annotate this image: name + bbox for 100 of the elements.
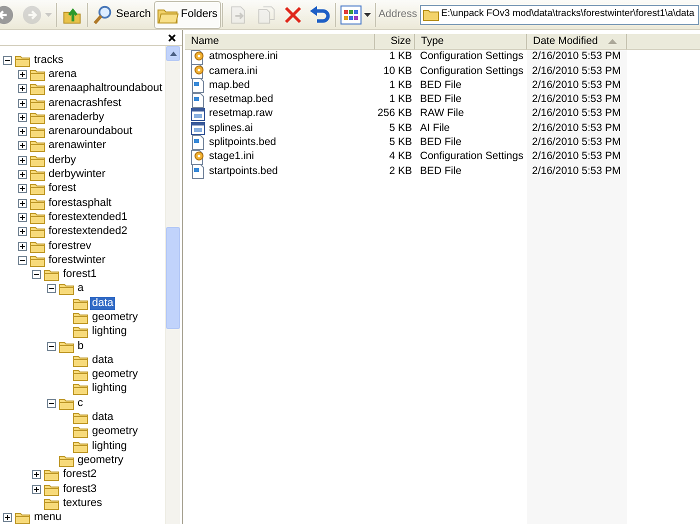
tree-item[interactable]: geometry — [90, 368, 140, 382]
tree-item[interactable]: data — [90, 296, 116, 310]
folder-icon — [73, 296, 88, 310]
expand-icon[interactable] — [18, 84, 26, 94]
delete-icon — [282, 4, 303, 24]
file-name[interactable]: splines.ai — [209, 120, 253, 137]
tree-item[interactable]: forest1 — [61, 268, 99, 282]
folder-icon — [30, 182, 44, 196]
collapse-icon[interactable] — [3, 56, 12, 65]
column-header[interactable]: Type — [415, 34, 527, 50]
expand-icon[interactable] — [18, 198, 26, 208]
table-cell-text: 256 KB — [378, 106, 412, 122]
table-cell-text: 2/16/2010 5:53 PM — [532, 120, 621, 136]
tree-item[interactable]: geometry — [90, 310, 140, 324]
tree-item[interactable]: forestasphalt — [46, 196, 114, 210]
table-cell-text: BED File — [420, 78, 462, 93]
expand-icon[interactable] — [18, 184, 26, 194]
expand-icon[interactable] — [18, 227, 26, 236]
collapse-icon[interactable] — [18, 256, 26, 265]
tree-item[interactable]: b — [76, 340, 86, 353]
column-header[interactable]: Size — [375, 34, 415, 50]
search-button[interactable]: Search — [89, 0, 154, 28]
tree-item[interactable]: forest3 — [61, 482, 99, 496]
sort-arrow-icon — [608, 39, 617, 44]
expand-icon[interactable] — [18, 70, 26, 79]
tree-item[interactable]: tracks — [32, 54, 66, 67]
scroll-up-icon[interactable] — [170, 51, 176, 56]
collapse-icon[interactable] — [32, 270, 41, 280]
expand-icon[interactable] — [18, 156, 26, 165]
expand-icon[interactable] — [18, 242, 26, 250]
column-header[interactable]: Date Modified — [527, 34, 627, 50]
tree-item[interactable]: arenacrashfest — [46, 96, 124, 110]
tree-item[interactable]: data — [90, 354, 116, 367]
file-name[interactable]: splitpoints.bed — [209, 135, 276, 151]
tree-item[interactable]: forestwinter — [46, 254, 108, 267]
expand-icon[interactable] — [18, 98, 26, 108]
column-header[interactable]: Name — [185, 34, 375, 50]
table-cell-text: BED File — [420, 92, 462, 108]
folder-icon — [15, 54, 30, 67]
folder-icon — [73, 354, 88, 367]
expand-icon[interactable] — [18, 141, 26, 150]
expand-icon[interactable] — [18, 127, 26, 136]
expand-icon[interactable] — [18, 170, 26, 180]
collapse-icon[interactable] — [46, 284, 56, 294]
tree-item[interactable]: geometry — [90, 425, 140, 438]
folder-icon — [73, 382, 88, 396]
collapse-icon[interactable] — [46, 342, 56, 351]
file-name[interactable]: resetmap.raw — [209, 106, 273, 122]
tree-item[interactable]: arenaroundabout — [46, 125, 134, 138]
tree-item[interactable]: arenawinter — [46, 139, 108, 152]
tree-item[interactable]: forestrev — [46, 240, 94, 252]
scrollbar[interactable] — [165, 46, 180, 524]
folder-icon — [30, 210, 44, 224]
file-name[interactable]: startpoints.bed — [209, 164, 278, 180]
expand-icon[interactable] — [3, 513, 12, 522]
file-name[interactable]: resetmap.bed — [209, 92, 274, 108]
table-cell-text: 2/16/2010 5:53 PM — [532, 78, 621, 93]
tree-item[interactable]: c — [76, 396, 85, 410]
tree-item[interactable]: menu — [32, 511, 64, 524]
expand-icon[interactable] — [32, 470, 41, 480]
tree-item[interactable]: derby — [46, 154, 78, 167]
tree-item[interactable]: lighting — [90, 382, 129, 396]
close-button[interactable] — [168, 34, 176, 42]
tree-item[interactable]: arenaderby — [46, 110, 106, 124]
tree-item[interactable]: forestextended1 — [46, 210, 130, 224]
table-cell-text: 5 KB — [389, 135, 412, 150]
folder-icon — [30, 240, 44, 252]
folder-icon — [30, 68, 44, 81]
views-icon — [340, 4, 362, 24]
tree-item[interactable]: data — [90, 411, 116, 424]
expand-icon[interactable] — [32, 484, 41, 494]
tree-item[interactable]: geometry — [76, 454, 126, 467]
tree-item[interactable]: lighting — [90, 440, 129, 453]
tree-item[interactable]: forest2 — [61, 468, 99, 482]
undo-icon — [308, 4, 331, 24]
file-name[interactable]: atmosphere.ini — [209, 49, 278, 66]
forward-icon — [21, 4, 43, 24]
address-field[interactable]: E:\unpack FOv3 mod\data\tracks\forestwinter\forest1\a\data — [420, 4, 699, 24]
table-cell-text: BED File — [420, 135, 462, 150]
tree-item[interactable]: derbywinter — [46, 168, 108, 182]
folders-button[interactable]: Folders — [154, 0, 221, 28]
table-cell-text: 2/16/2010 5:53 PM — [532, 149, 621, 164]
tree-item[interactable]: forestextended2 — [46, 225, 130, 238]
file-name[interactable]: camera.ini — [209, 64, 258, 80]
scroll-thumb[interactable] — [166, 227, 180, 329]
table-cell-text: 2/16/2010 5:53 PM — [532, 135, 621, 150]
tree-item[interactable]: textures — [61, 496, 104, 510]
file-name[interactable]: stage1.ini — [209, 149, 254, 166]
folder-icon — [44, 482, 59, 496]
tree-item[interactable]: arenaaphaltroundabout — [46, 82, 164, 96]
file-name[interactable]: map.bed — [209, 78, 250, 94]
address-label: Address — [378, 6, 418, 22]
collapse-icon[interactable] — [46, 398, 56, 408]
expand-icon[interactable] — [18, 212, 26, 222]
expand-icon[interactable] — [18, 112, 26, 122]
tree-item[interactable]: arena — [46, 68, 79, 81]
tree-item[interactable]: a — [76, 282, 86, 296]
folder-icon — [73, 325, 88, 338]
tree-item[interactable]: lighting — [90, 325, 129, 338]
tree-item[interactable]: forest — [46, 182, 78, 196]
